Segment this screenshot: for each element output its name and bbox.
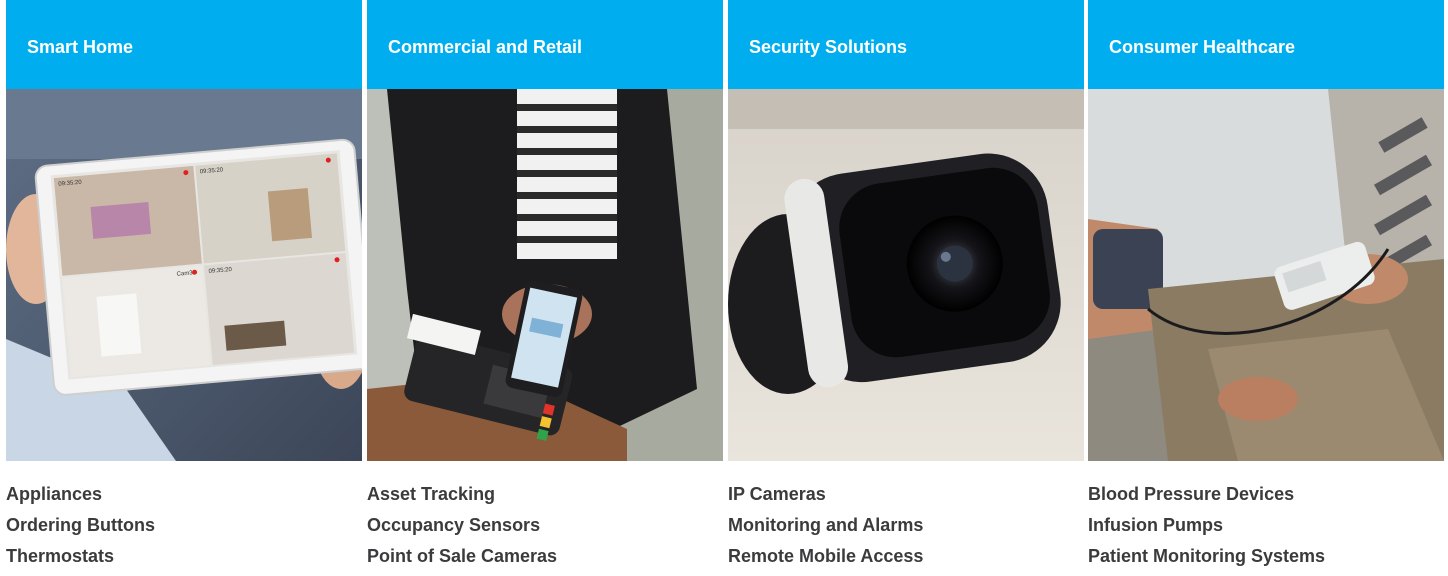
- category-link-list: Appliances Ordering Buttons Thermostats: [6, 482, 362, 575]
- category-header[interactable]: Smart Home: [6, 0, 362, 89]
- category-link[interactable]: IP Cameras: [728, 484, 826, 504]
- category-link[interactable]: Thermostats: [6, 546, 114, 566]
- list-item[interactable]: IP Cameras: [728, 482, 1084, 513]
- list-item[interactable]: Ordering Buttons: [6, 513, 362, 544]
- solutions-grid: Smart Home 09:35:20 09:35:20 09:35:20 Ca…: [0, 0, 1448, 576]
- commercial-retail-image: [367, 89, 723, 461]
- category-consumer-healthcare: Consumer Healthcare Blood Pressure Devic…: [1088, 0, 1444, 576]
- list-item[interactable]: Patient Monitoring Systems: [1088, 544, 1444, 575]
- category-title[interactable]: Commercial and Retail: [388, 37, 582, 57]
- security-camera-photo: [728, 89, 1084, 461]
- list-item[interactable]: Blood Pressure Devices: [1088, 482, 1444, 513]
- blood-pressure-photo: [1088, 89, 1444, 461]
- category-header[interactable]: Commercial and Retail: [367, 0, 723, 89]
- category-title[interactable]: Security Solutions: [749, 37, 907, 57]
- list-item[interactable]: Occupancy Sensors: [367, 513, 723, 544]
- category-link-list: Asset Tracking Occupancy Sensors Point o…: [367, 482, 723, 575]
- category-link[interactable]: Asset Tracking: [367, 484, 495, 504]
- category-header[interactable]: Security Solutions: [728, 0, 1084, 89]
- category-smart-home: Smart Home 09:35:20 09:35:20 09:35:20 Ca…: [6, 0, 362, 576]
- category-link[interactable]: Blood Pressure Devices: [1088, 484, 1294, 504]
- category-link[interactable]: Appliances: [6, 484, 102, 504]
- list-item[interactable]: Thermostats: [6, 544, 362, 575]
- category-link[interactable]: Infusion Pumps: [1088, 515, 1223, 535]
- list-item[interactable]: Appliances: [6, 482, 362, 513]
- category-link-list: IP Cameras Monitoring and Alarms Remote …: [728, 482, 1084, 575]
- category-link[interactable]: Patient Monitoring Systems: [1088, 546, 1325, 566]
- consumer-healthcare-image: [1088, 89, 1444, 461]
- list-item[interactable]: Point of Sale Cameras: [367, 544, 723, 575]
- tablet-camera-feed-photo: 09:35:20 09:35:20 09:35:20 Cam3: [6, 89, 362, 461]
- category-title[interactable]: Consumer Healthcare: [1109, 37, 1295, 57]
- category-link[interactable]: Point of Sale Cameras: [367, 546, 557, 566]
- category-link-list: Blood Pressure Devices Infusion Pumps Pa…: [1088, 482, 1444, 575]
- list-item[interactable]: Monitoring and Alarms: [728, 513, 1084, 544]
- category-link[interactable]: Ordering Buttons: [6, 515, 155, 535]
- category-link[interactable]: Occupancy Sensors: [367, 515, 540, 535]
- security-solutions-image: [728, 89, 1084, 461]
- category-link[interactable]: Monitoring and Alarms: [728, 515, 923, 535]
- category-title[interactable]: Smart Home: [27, 37, 133, 57]
- category-security-solutions: Security Solutions IP Cameras Monitoring…: [728, 0, 1084, 576]
- category-commercial-retail: Commercial and Retail Asset Tracking Occ…: [367, 0, 723, 576]
- list-item[interactable]: Infusion Pumps: [1088, 513, 1444, 544]
- category-header[interactable]: Consumer Healthcare: [1088, 0, 1444, 89]
- mobile-payment-photo: [367, 89, 723, 461]
- list-item[interactable]: Asset Tracking: [367, 482, 723, 513]
- list-item[interactable]: Remote Mobile Access: [728, 544, 1084, 575]
- smart-home-image: 09:35:20 09:35:20 09:35:20 Cam3: [6, 89, 362, 461]
- category-link[interactable]: Remote Mobile Access: [728, 546, 923, 566]
